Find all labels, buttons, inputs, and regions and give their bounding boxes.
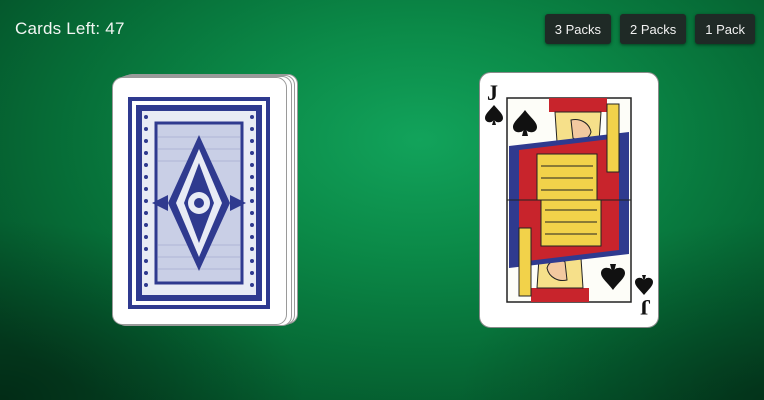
one-pack-button[interactable]: 1 Pack — [695, 14, 755, 44]
three-packs-button[interactable]: 3 Packs — [544, 14, 611, 44]
pack-selector: 3 Packs 2 Packs 1 Pack — [544, 14, 755, 44]
svg-text:J: J — [487, 80, 498, 105]
card-deck-back-icon — [112, 77, 287, 325]
svg-text:J: J — [640, 295, 651, 320]
cards-left-label: Cards Left: — [15, 19, 101, 38]
cards-left-value: 47 — [105, 19, 125, 38]
draw-deck[interactable] — [112, 74, 298, 326]
cards-left-counter: Cards Left: 47 — [15, 19, 125, 39]
jack-of-spades-icon[interactable]: J J — [479, 72, 659, 328]
card-table: Cards Left: 47 3 Packs 2 Packs 1 Pack J … — [0, 0, 764, 400]
two-packs-button[interactable]: 2 Packs — [620, 14, 687, 44]
